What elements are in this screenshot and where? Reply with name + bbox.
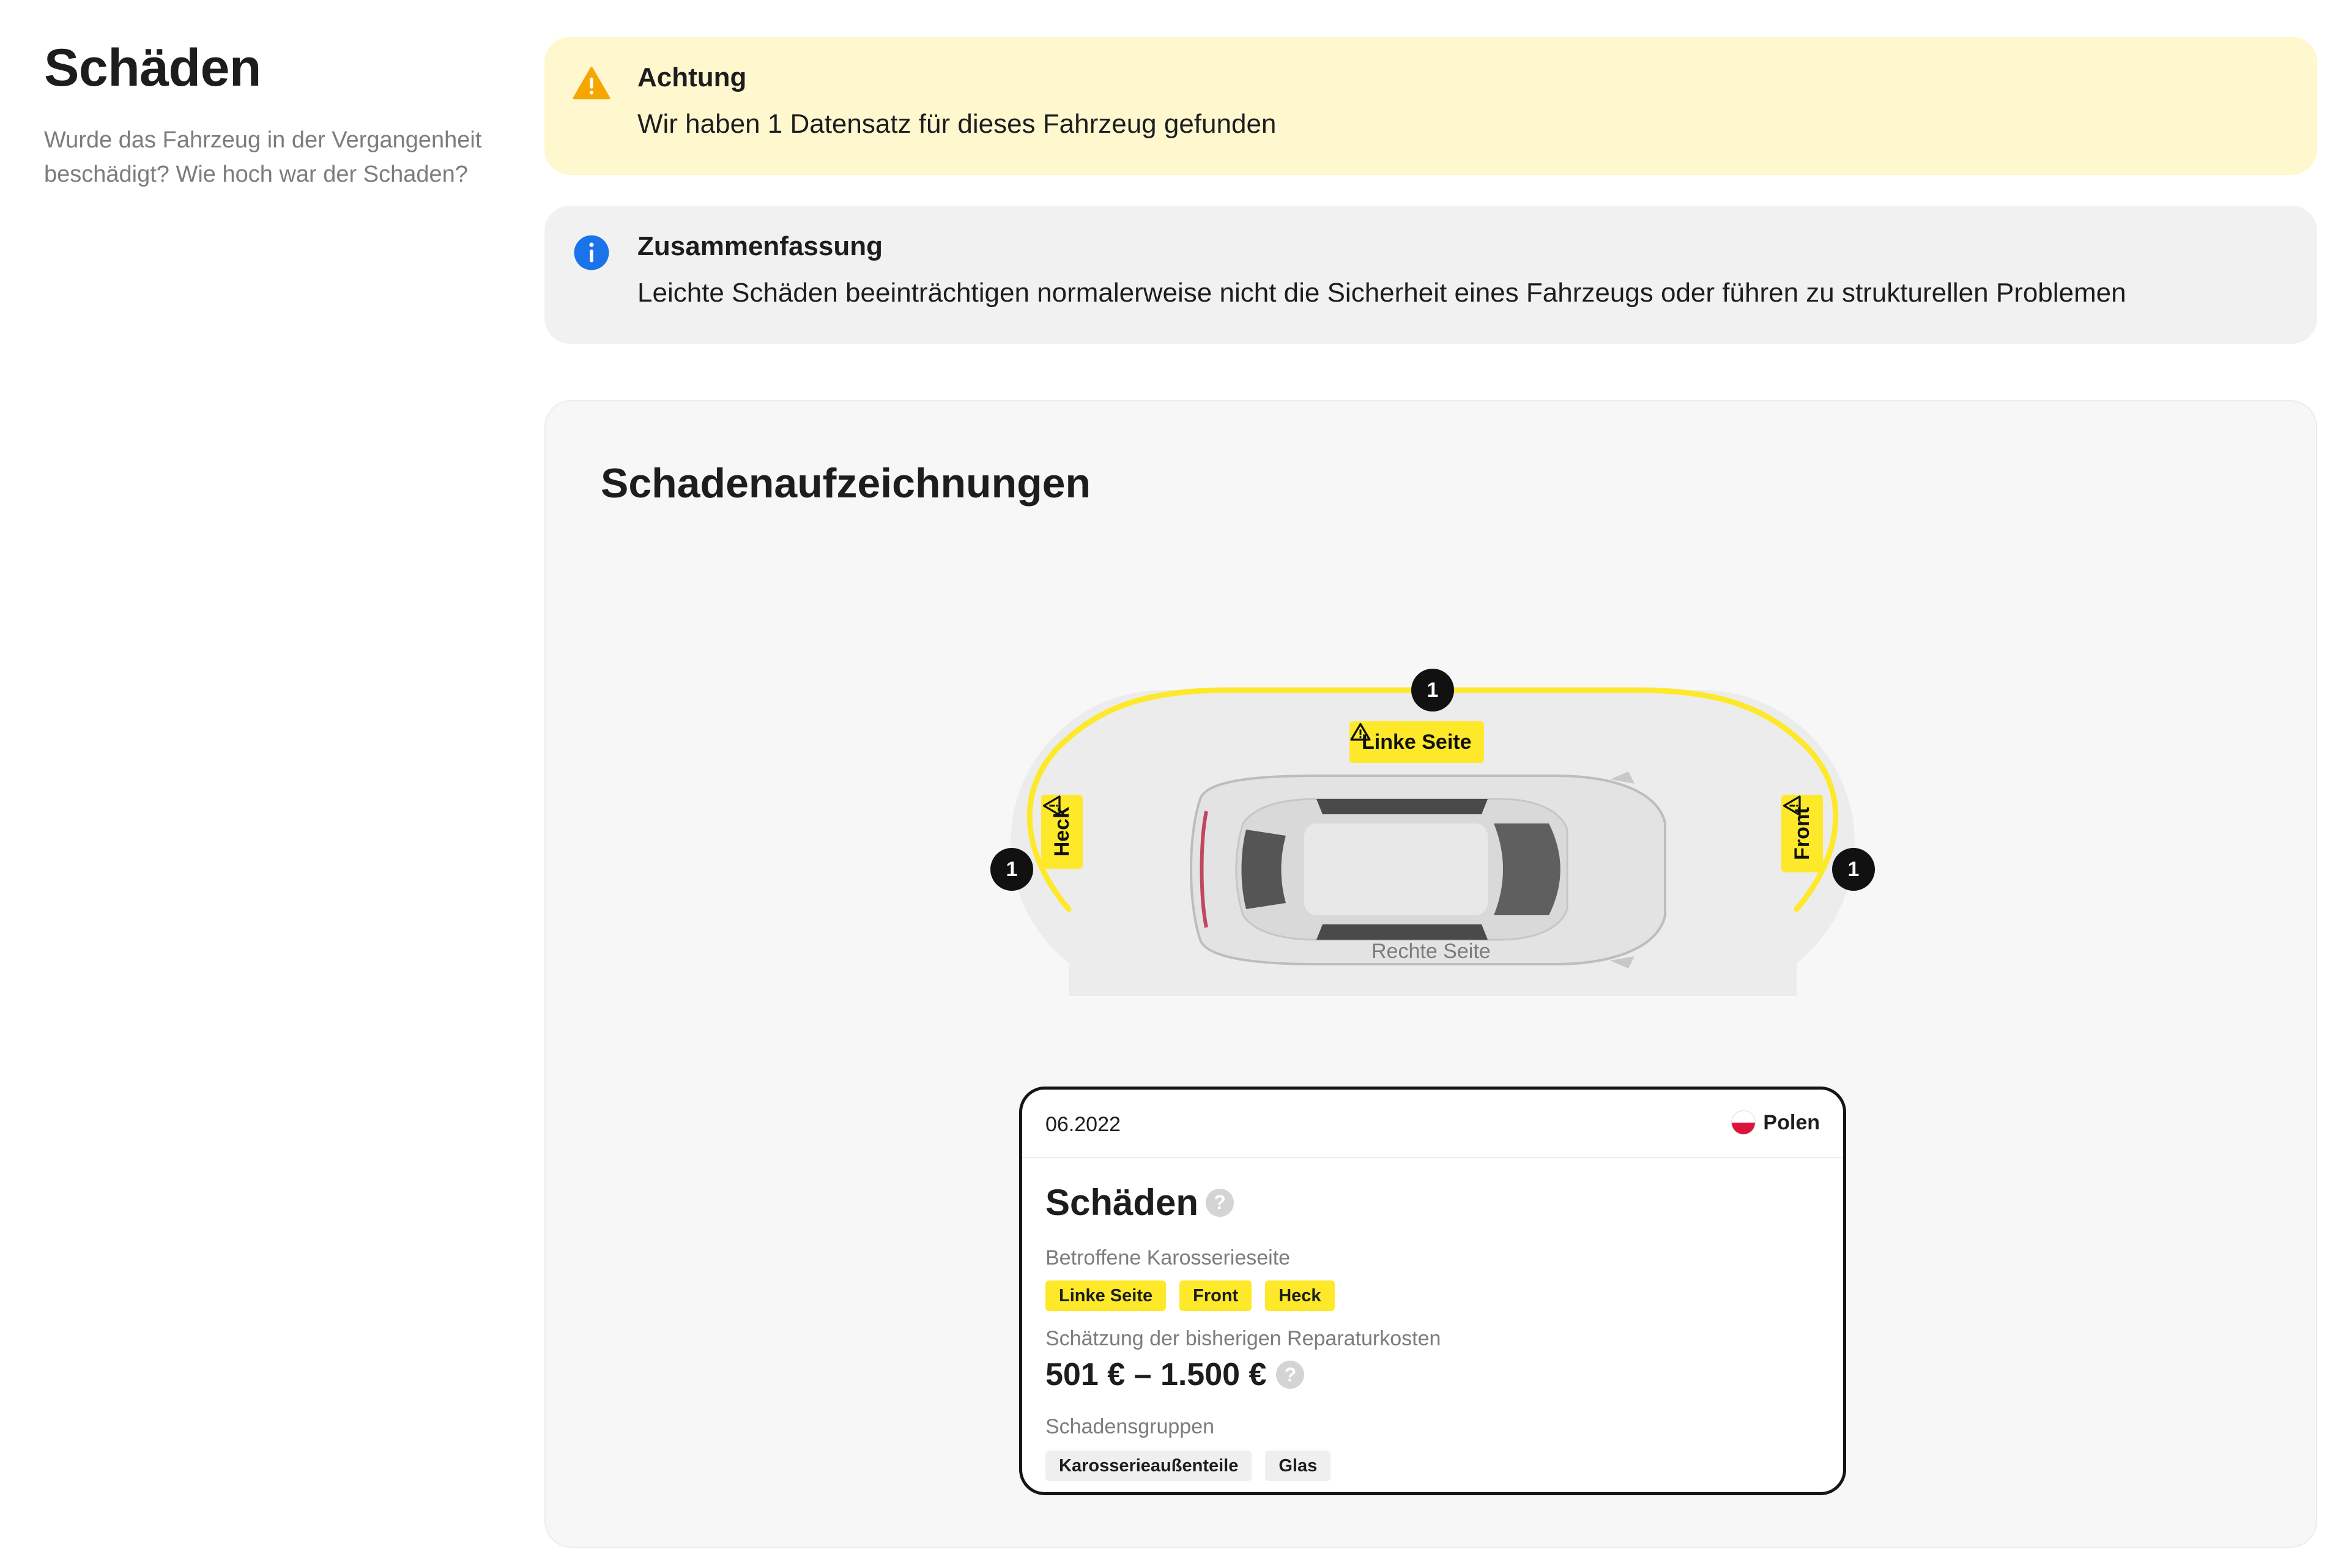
chip-left-side: Linke Seite <box>1045 1280 1167 1311</box>
help-icon[interactable]: ? <box>1206 1188 1234 1217</box>
chip-glass: Glas <box>1265 1451 1331 1481</box>
tag-front[interactable]: Front <box>1781 795 1823 872</box>
country-name: Polen <box>1763 1110 1820 1134</box>
summary-alert: Zusammenfassung Leichte Schäden beeinträ… <box>544 206 2317 344</box>
damage-groups-label: Schadensgruppen <box>1045 1415 1215 1438</box>
repair-cost-value: 501 € – 1.500 € <box>1045 1357 1267 1392</box>
card-header: 06.2022 Polen <box>1022 1090 1843 1158</box>
poland-flag-icon <box>1731 1110 1756 1135</box>
card-title-text: Schäden <box>1045 1182 1199 1223</box>
tag-front-label: Front <box>1790 807 1814 860</box>
right-side-label: Rechte Seite <box>1371 940 1491 963</box>
repair-cost: 501 € – 1.500 € ? <box>1045 1356 1305 1393</box>
section-header: Schäden Wurde das Fahrzeug in der Vergan… <box>44 38 484 191</box>
warning-icon <box>573 67 610 100</box>
summary-title: Zusammenfassung <box>637 231 883 261</box>
help-icon[interactable]: ? <box>1276 1361 1305 1389</box>
tag-rear-label: Heck <box>1050 807 1074 857</box>
tag-left-side-label: Linke Seite <box>1362 730 1472 754</box>
car-damage-diagram: 1 1 1 Linke Seite Heck Front Rechte Seit <box>990 536 1875 1001</box>
affected-sides-chips: Linke Seite Front Heck <box>1045 1280 1335 1311</box>
warning-title: Achtung <box>637 62 747 92</box>
info-icon <box>574 235 609 270</box>
rear-count-badge: 1 <box>990 848 1033 891</box>
chip-rear: Heck <box>1265 1280 1335 1311</box>
damage-groups-chips: Karosserieaußenteile Glas <box>1045 1451 1331 1481</box>
page-title: Schäden <box>44 39 261 97</box>
warning-outline-icon <box>1350 723 1371 741</box>
tag-left-side[interactable]: Linke Seite <box>1349 721 1484 763</box>
left-side-count-badge: 1 <box>1411 669 1454 712</box>
damage-records-panel: Schadenaufzeichnungen 1 1 1 Linke Seite … <box>544 400 2317 1548</box>
chip-front: Front <box>1179 1280 1252 1311</box>
repair-cost-label: Schätzung der bisherigen Reparaturkosten <box>1045 1327 1441 1350</box>
front-count-badge: 1 <box>1832 848 1875 891</box>
damage-record-card[interactable]: 06.2022 Polen Schäden ? Betroffene Karos… <box>1019 1087 1846 1495</box>
record-country: Polen <box>1731 1110 1820 1135</box>
affected-sides-label: Betroffene Karosserieseite <box>1045 1246 1291 1269</box>
warning-alert: Achtung Wir haben 1 Datensatz für dieses… <box>544 37 2317 175</box>
chip-body-exterior: Karosserieaußenteile <box>1045 1451 1252 1481</box>
record-date: 06.2022 <box>1045 1113 1121 1136</box>
warning-text: Wir haben 1 Datensatz für dieses Fahrzeu… <box>637 109 1277 139</box>
tag-rear[interactable]: Heck <box>1041 795 1083 869</box>
section-description: Wurde das Fahrzeug in der Vergangenheit … <box>44 127 482 187</box>
records-title: Schadenaufzeichnungen <box>601 460 1091 507</box>
car-outline-graphic <box>1011 687 1855 996</box>
card-title: Schäden ? <box>1045 1181 1234 1224</box>
summary-text: Leichte Schäden beeinträchtigen normaler… <box>637 278 2126 308</box>
